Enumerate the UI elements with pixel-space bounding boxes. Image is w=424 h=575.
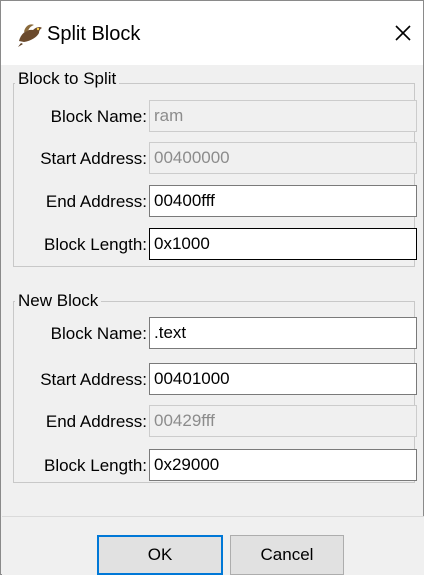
new-block-length-row: Block Length:	[1, 449, 424, 483]
split-block-name-label: Block Name:	[50, 107, 147, 126]
new-end-address-row: End Address:	[1, 405, 424, 439]
new-start-address-label: Start Address:	[40, 370, 147, 389]
new-block-name-field[interactable]	[149, 317, 417, 349]
close-button[interactable]	[389, 19, 417, 47]
split-block-length-label: Block Length:	[43, 235, 147, 254]
split-start-address-field	[149, 142, 417, 174]
block-to-split-legend: Block to Split	[15, 69, 120, 89]
new-block-legend: New Block	[15, 291, 102, 311]
ok-button[interactable]: OK	[97, 535, 223, 575]
new-start-address-field[interactable]	[149, 363, 417, 395]
new-block-name-label: Block Name:	[50, 324, 147, 343]
new-block-name-row: Block Name:	[1, 317, 424, 351]
new-block-length-field[interactable]	[149, 449, 417, 481]
title-bar[interactable]: Split Block	[1, 1, 423, 65]
split-block-length-field[interactable]	[149, 228, 417, 260]
new-start-address-row: Start Address:	[1, 363, 424, 397]
split-end-address-row: End Address:	[1, 185, 424, 219]
split-block-dialog: Split Block Block to Split Block Name: S…	[0, 0, 424, 575]
split-block-name-field	[149, 100, 417, 132]
close-icon	[395, 25, 411, 41]
new-end-address-label: End Address:	[45, 412, 147, 431]
dragon-icon	[15, 19, 45, 49]
split-block-length-row: Block Length:	[1, 228, 424, 262]
split-start-address-label: Start Address:	[40, 149, 147, 168]
window-title: Split Block	[47, 23, 141, 45]
new-block-length-label: Block Length:	[43, 456, 147, 475]
new-end-address-field	[149, 405, 417, 437]
split-end-address-field[interactable]	[149, 185, 417, 217]
cancel-button[interactable]: Cancel	[230, 535, 344, 575]
split-start-address-row: Start Address:	[1, 142, 424, 176]
split-block-name-row: Block Name:	[1, 100, 424, 134]
split-end-address-label: End Address:	[45, 192, 147, 211]
